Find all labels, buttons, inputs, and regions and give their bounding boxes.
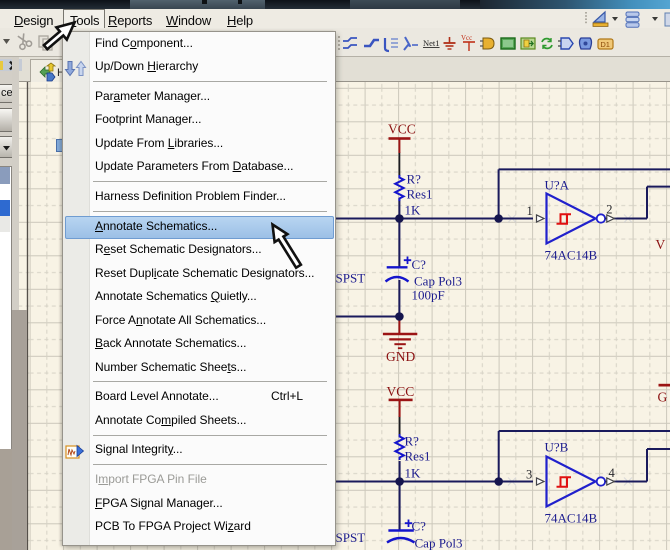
svg-text:U?A: U?A xyxy=(545,178,570,193)
svg-text:SPST: SPST xyxy=(336,530,366,545)
svg-text:1K: 1K xyxy=(405,203,422,218)
svg-text:Cap Pol3: Cap Pol3 xyxy=(415,536,463,550)
svg-text:R?: R? xyxy=(407,172,422,187)
svg-text:U?B: U?B xyxy=(545,440,569,455)
svg-text:4: 4 xyxy=(609,466,616,480)
svg-text:2: 2 xyxy=(606,203,612,217)
svg-text:100pF: 100pF xyxy=(412,288,445,303)
svg-text:R?: R? xyxy=(405,434,420,449)
svg-text:C?: C? xyxy=(412,519,427,534)
svg-text:Res1: Res1 xyxy=(405,449,431,464)
svg-text:C?: C? xyxy=(412,257,427,272)
svg-text:3: 3 xyxy=(526,468,532,482)
svg-text:Res1: Res1 xyxy=(407,187,433,202)
svg-text:1K: 1K xyxy=(405,466,422,481)
svg-text:Cap Pol3: Cap Pol3 xyxy=(414,274,462,289)
svg-text:G: G xyxy=(658,390,668,405)
svg-text:VCC: VCC xyxy=(388,122,416,137)
svg-text:GND: GND xyxy=(386,349,415,364)
svg-text:74AC14B: 74AC14B xyxy=(545,511,598,526)
svg-text:SPST: SPST xyxy=(336,271,366,286)
svg-text:1: 1 xyxy=(527,204,533,218)
svg-text:VCC: VCC xyxy=(387,384,415,399)
svg-text:74AC14B: 74AC14B xyxy=(545,248,598,263)
svg-text:V: V xyxy=(656,237,666,252)
